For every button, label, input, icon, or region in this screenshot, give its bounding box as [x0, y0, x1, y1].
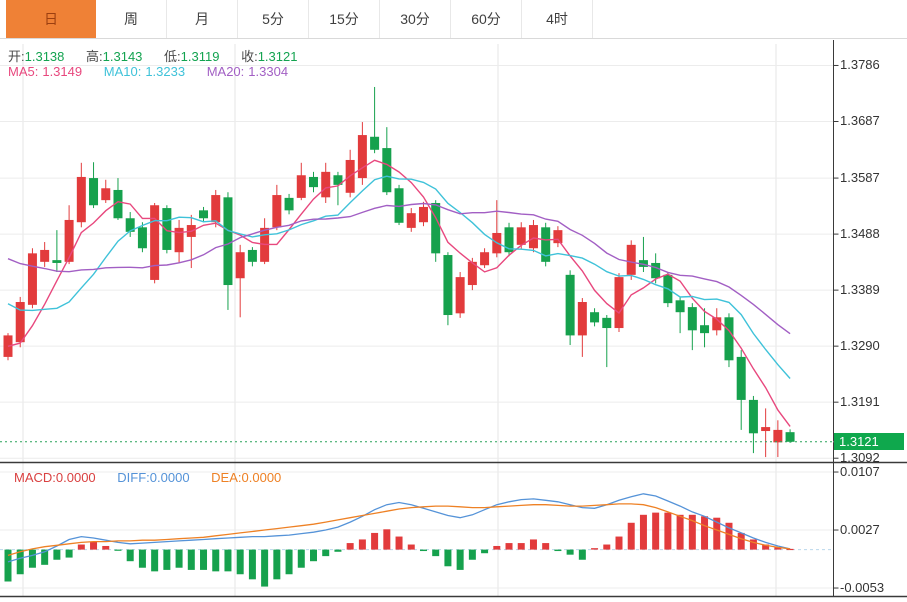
candlestick-chart-canvas[interactable]: [0, 0, 907, 602]
trading-chart-window: 日 周 月 5分 15分 30分 60分 4时 开:1.3138 高:1.314…: [0, 0, 907, 602]
